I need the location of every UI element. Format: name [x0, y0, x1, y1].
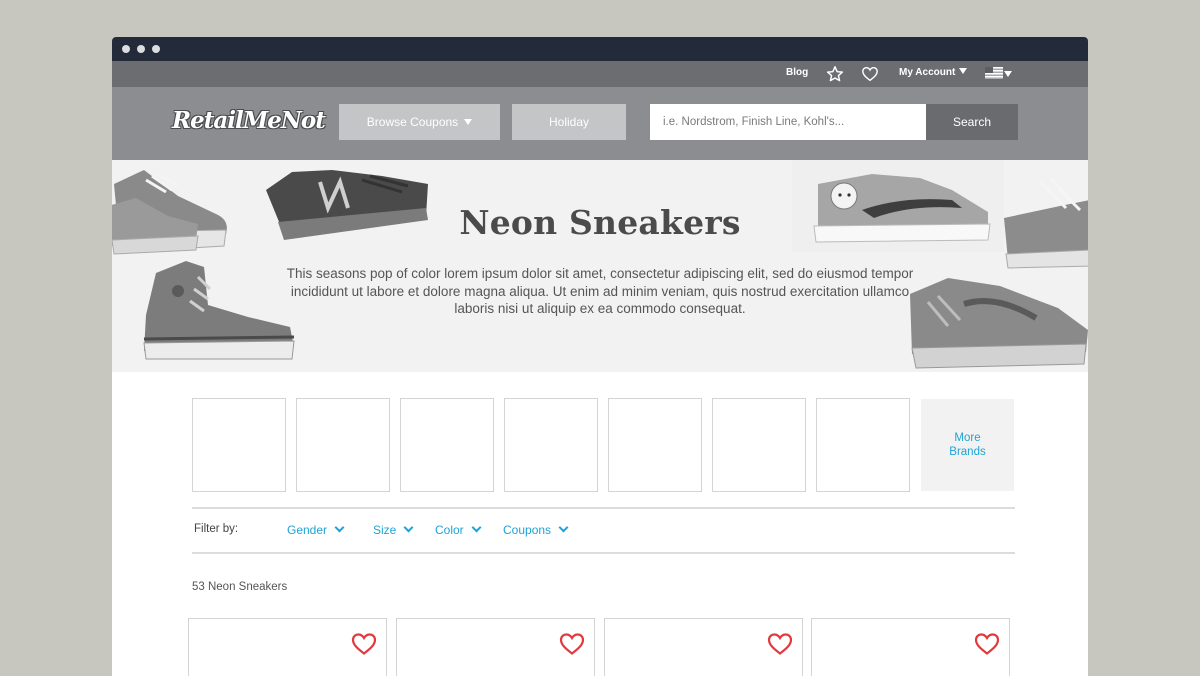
brand-tile[interactable]	[712, 398, 806, 492]
window-close-dot[interactable]	[122, 45, 130, 53]
retailmenot-logo[interactable]: RetailMeNot	[172, 107, 326, 134]
favorite-heart-icon[interactable]	[351, 632, 377, 656]
utility-bar: Blog My Account	[112, 61, 1088, 87]
filter-divider-top	[192, 507, 1015, 509]
sneaker-image-hightop	[143, 261, 295, 360]
caret-down-icon	[959, 68, 968, 74]
favorite-heart-icon[interactable]	[974, 632, 1000, 656]
favorite-heart-icon[interactable]	[559, 632, 585, 656]
filter-gender-label: Gender	[287, 523, 328, 537]
brand-tile[interactable]	[504, 398, 598, 492]
filter-size-dropdown[interactable]: Size	[373, 522, 414, 537]
my-account-menu[interactable]: My Account	[899, 67, 968, 78]
heart-outline-icon[interactable]	[861, 65, 879, 83]
browse-coupons-label: Browse Coupons	[366, 115, 459, 129]
brand-tile[interactable]	[192, 398, 286, 492]
chevron-down-icon	[403, 522, 414, 533]
filter-divider-bottom	[192, 552, 1015, 554]
filter-by-label: Filter by:	[194, 523, 239, 535]
brand-tile[interactable]	[400, 398, 494, 492]
blog-link[interactable]: Blog	[786, 67, 808, 78]
filter-coupons-dropdown[interactable]: Coupons	[503, 522, 569, 537]
filter-color-label: Color	[435, 523, 464, 537]
holiday-button[interactable]: Holiday	[512, 104, 626, 140]
search-button[interactable]: Search	[926, 104, 1018, 140]
window-minimize-dot[interactable]	[137, 45, 145, 53]
star-icon[interactable]	[826, 65, 844, 83]
browse-coupons-button[interactable]: Browse Coupons	[339, 104, 500, 140]
product-card[interactable]	[604, 618, 803, 676]
page-title: Neon Sneakers	[459, 203, 741, 242]
us-flag-icon[interactable]	[985, 67, 1003, 79]
more-brands-label: More Brands	[949, 432, 986, 458]
window-maximize-dot[interactable]	[152, 45, 160, 53]
product-card[interactable]	[188, 618, 387, 676]
search-input[interactable]	[650, 104, 926, 140]
hero-banner: Neon Sneakers This seasons pop of color …	[112, 160, 1088, 372]
chevron-down-icon	[558, 522, 569, 533]
brand-tile[interactable]	[296, 398, 390, 492]
my-account-label: My Account	[899, 67, 956, 78]
chevron-down-icon	[471, 522, 482, 533]
caret-down-icon	[464, 119, 473, 125]
product-card[interactable]	[396, 618, 595, 676]
brand-tile[interactable]	[608, 398, 702, 492]
window-titlebar	[112, 37, 1088, 61]
locale-caret-down-icon[interactable]	[1004, 71, 1012, 77]
browser-window: Blog My Account RetailMeNot Browse Coupo…	[112, 37, 1088, 676]
filter-color-dropdown[interactable]: Color	[435, 522, 482, 537]
site-header: RetailMeNot Browse Coupons Holiday Searc…	[112, 87, 1088, 160]
filter-gender-dropdown[interactable]: Gender	[287, 522, 345, 537]
favorite-heart-icon[interactable]	[767, 632, 793, 656]
chevron-down-icon	[334, 522, 345, 533]
results-count: 53 Neon Sneakers	[192, 581, 288, 593]
brand-tile[interactable]	[816, 398, 910, 492]
hero-description: This seasons pop of color lorem ipsum do…	[286, 266, 914, 316]
product-card[interactable]	[811, 618, 1010, 676]
filter-coupons-label: Coupons	[503, 523, 552, 537]
filter-size-label: Size	[373, 523, 397, 537]
more-brands-button[interactable]: More Brands	[921, 399, 1014, 491]
sneaker-image-runner	[910, 278, 1088, 369]
